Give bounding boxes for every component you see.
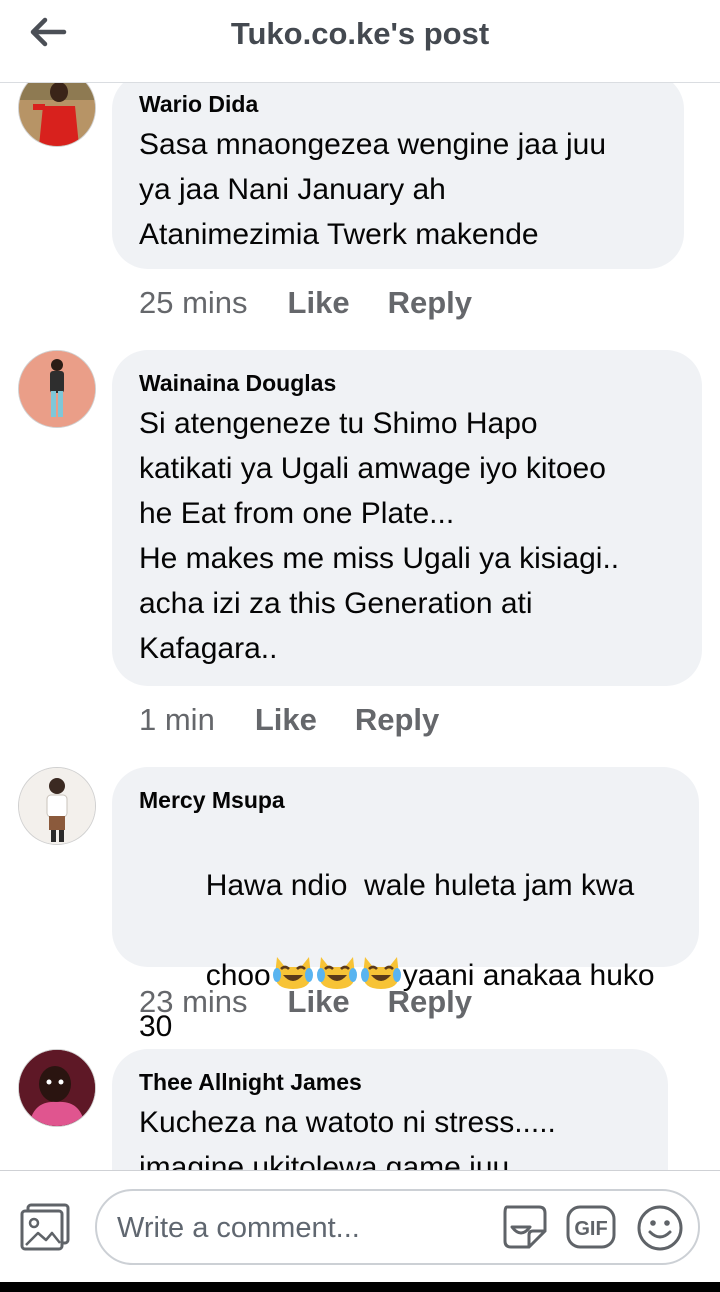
comment-text: Sasa mnaongezea wengine jaa juu ya jaa N… [139, 128, 607, 251]
photo-button[interactable] [20, 1203, 72, 1251]
gif-button[interactable]: GIF [565, 1203, 617, 1251]
comment-bubble[interactable]: Wario Dida Sasa mnaongezea wengine jaa j… [112, 83, 684, 269]
reply-button[interactable]: Reply [388, 285, 472, 321]
comment-time: 25 mins [139, 285, 248, 320]
top-bar: Tuko.co.ke's post [0, 0, 720, 83]
comment-text: Si atengeneze tu Shimo Hapo katikati ya … [139, 407, 620, 665]
smiley-icon [637, 1205, 683, 1251]
comment-bubble[interactable]: Mercy Msupa Hawa ndio wale huleta jam kw… [112, 767, 699, 1133]
reply-button[interactable]: Reply [355, 702, 439, 738]
sticker-icon [503, 1205, 547, 1249]
comment-time: 1 min [139, 702, 215, 737]
avatar[interactable] [18, 350, 96, 428]
system-nav-bar [0, 1282, 720, 1292]
comment-text-line: Hawa ndio wale huleta jam kwa [205, 869, 635, 902]
comment-author[interactable]: Wario Dida [139, 89, 658, 119]
comment-actions: 25 mins Like Reply [139, 283, 472, 323]
comment-bubble[interactable]: Thee Allnight James Kucheza na watoto ni… [112, 1049, 668, 1170]
comment-composer: Write a comment... GIF [0, 1170, 720, 1283]
sticker-button[interactable] [499, 1201, 551, 1253]
comment-author[interactable]: Mercy Msupa [139, 785, 673, 815]
gif-label: GIF [574, 1218, 607, 1240]
comment-actions: 1 min Like Reply [139, 700, 439, 740]
page-title: Tuko.co.ke's post [230, 16, 490, 51]
avatar[interactable] [18, 767, 96, 845]
avatar[interactable] [18, 83, 96, 147]
reply-button[interactable]: Reply [388, 984, 472, 1020]
comment-input-placeholder: Write a comment... [117, 1212, 360, 1244]
like-button[interactable]: Like [288, 285, 350, 321]
gif-icon: GIF [566, 1205, 616, 1249]
comment-time: 23 mins [139, 984, 248, 1019]
comment-text: Kucheza na watoto ni stress..... imagine… [139, 1106, 556, 1170]
comment-bubble[interactable]: Wainaina Douglas Si atengeneze tu Shimo … [112, 350, 702, 686]
like-button[interactable]: Like [255, 702, 317, 738]
comment-author[interactable]: Wainaina Douglas [139, 368, 676, 398]
comment-actions: 23 mins Like Reply [139, 982, 472, 1022]
photo-icon [20, 1203, 70, 1251]
comment-input[interactable]: Write a comment... GIF [95, 1189, 700, 1265]
comment-author[interactable]: Thee Allnight James [139, 1067, 642, 1097]
emoji-button[interactable] [635, 1203, 685, 1253]
avatar[interactable] [18, 1049, 96, 1127]
like-button[interactable]: Like [288, 984, 350, 1020]
comments-list[interactable]: Wario Dida Sasa mnaongezea wengine jaa j… [0, 83, 720, 1170]
